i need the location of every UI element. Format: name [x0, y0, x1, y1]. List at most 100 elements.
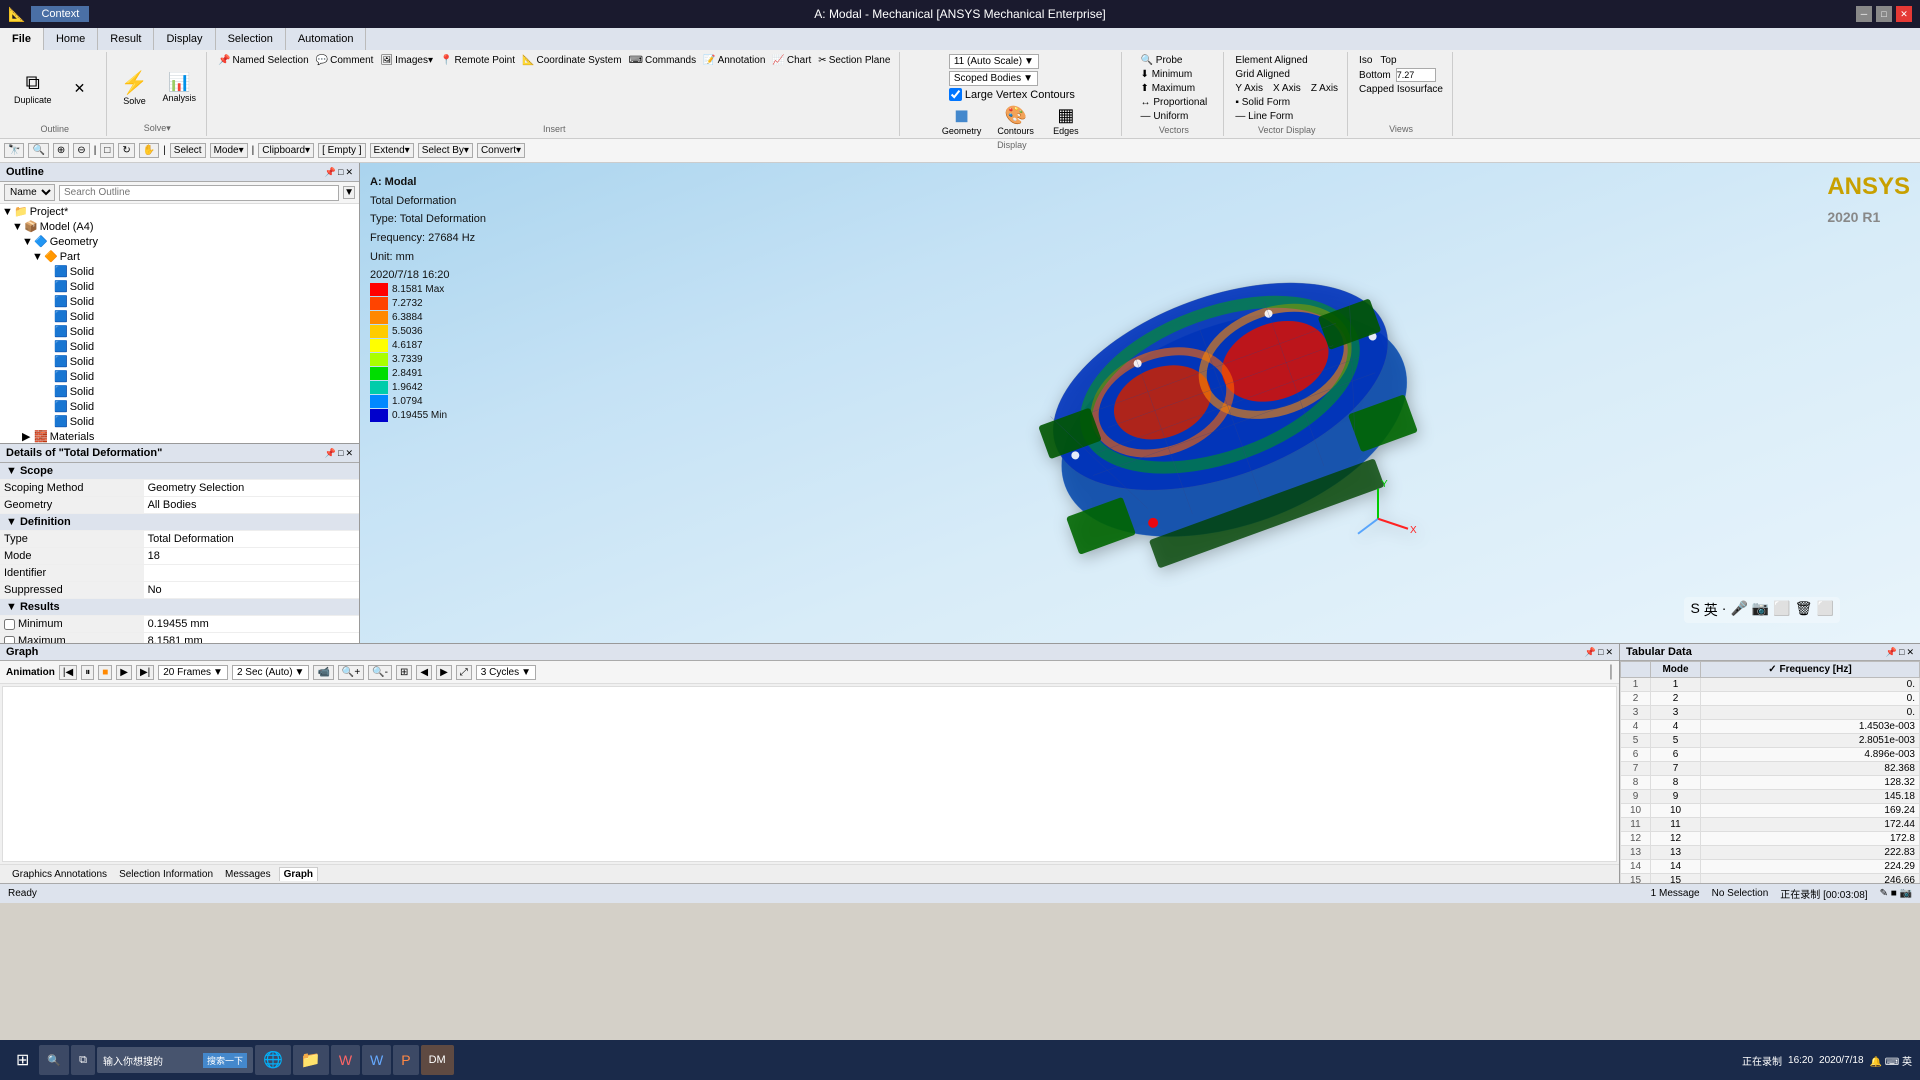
- close-button[interactable]: ✕: [1896, 6, 1912, 22]
- grid-aligned-button[interactable]: Grid Aligned: [1232, 68, 1292, 81]
- large-vertex-checkbox[interactable]: [949, 88, 962, 101]
- taskbar-edge[interactable]: 🌐: [255, 1045, 291, 1075]
- anim-fit[interactable]: ⤢: [456, 665, 472, 680]
- anim-grid[interactable]: ⊞: [396, 665, 412, 680]
- model-expand[interactable]: ▼: [12, 221, 22, 233]
- tree-item-solid8[interactable]: 🟦Solid: [0, 369, 359, 384]
- tabular-row-5[interactable]: 5 5 2.8051e-003: [1621, 734, 1920, 748]
- speed-dropdown[interactable]: 2 Sec (Auto) ▼: [232, 665, 310, 680]
- zoom-in-button[interactable]: ⊕: [53, 143, 69, 158]
- maximize-button[interactable]: □: [1876, 6, 1892, 22]
- part-expand[interactable]: ▼: [32, 251, 42, 263]
- tabular-row-4[interactable]: 4 4 1.4503e-003: [1621, 720, 1920, 734]
- tabular-row-10[interactable]: 10 10 169.24: [1621, 804, 1920, 818]
- tree-item-solid6[interactable]: 🟦Solid: [0, 339, 359, 354]
- taskbar-search-btn[interactable]: 搜索一下: [203, 1053, 247, 1068]
- taskbar-view[interactable]: ⧉: [71, 1045, 95, 1075]
- graph-pin-button[interactable]: 📌: [1585, 647, 1596, 658]
- uniform-button[interactable]: — Uniform: [1138, 110, 1192, 123]
- min-checkbox[interactable]: [4, 619, 15, 630]
- bottom-button[interactable]: Bottom: [1356, 69, 1394, 82]
- tree-item-solid10[interactable]: 🟦Solid: [0, 399, 359, 414]
- tree-item-project[interactable]: ▼📁Project*: [0, 204, 359, 219]
- geometry-button[interactable]: ◼ Geometry: [938, 103, 986, 138]
- outline-close-button[interactable]: ✕: [345, 167, 353, 178]
- pan-button[interactable]: ✋: [139, 143, 159, 158]
- tab-home[interactable]: Home: [44, 28, 98, 50]
- taskbar-wps1[interactable]: W: [331, 1045, 360, 1075]
- coordinate-system-button[interactable]: 📐 Coordinate System: [519, 54, 625, 67]
- top-value-input[interactable]: [1396, 68, 1436, 82]
- maximum-button[interactable]: ⬆ Maximum: [1138, 82, 1199, 95]
- comment-button[interactable]: 💬 Comment: [313, 54, 377, 67]
- tab-file[interactable]: File: [0, 28, 44, 50]
- tabular-row-1[interactable]: 1 1 0.: [1621, 678, 1920, 692]
- box-zoom-button[interactable]: □: [100, 143, 114, 158]
- section-plane-button[interactable]: ✂ Section Plane: [815, 54, 893, 67]
- taskbar-wps2[interactable]: W: [362, 1045, 391, 1075]
- convert-button[interactable]: Convert▾: [477, 143, 525, 158]
- tabular-float-button[interactable]: □: [1899, 647, 1904, 658]
- outline-float-button[interactable]: □: [338, 167, 343, 178]
- taskbar-search[interactable]: 🔍: [39, 1045, 69, 1075]
- tabular-row-9[interactable]: 9 9 145.18: [1621, 790, 1920, 804]
- tree-item-model[interactable]: ▼📦Model (A4): [0, 219, 359, 234]
- mode-button[interactable]: Mode▾: [210, 143, 248, 158]
- taskbar-dm[interactable]: DM: [421, 1045, 454, 1075]
- tree-item-solid5[interactable]: 🟦Solid: [0, 324, 359, 339]
- element-aligned-button[interactable]: Element Aligned: [1232, 54, 1310, 67]
- project-expand[interactable]: ▼: [2, 206, 12, 218]
- anim-play-start[interactable]: |◀: [59, 665, 77, 680]
- taskbar-search-input[interactable]: [103, 1055, 203, 1066]
- solid-form-button[interactable]: ▪ Solid Form: [1232, 96, 1293, 109]
- tabular-row-14[interactable]: 14 14 224.29: [1621, 860, 1920, 874]
- edges-button[interactable]: ▦ Edges: [1046, 103, 1086, 138]
- probe-button[interactable]: 🔍 Probe: [1138, 54, 1186, 67]
- zoom-button[interactable]: 🔍: [28, 143, 48, 158]
- x-axis-button[interactable]: X Axis: [1270, 82, 1304, 95]
- cycles-dropdown[interactable]: 3 Cycles ▼: [476, 665, 536, 680]
- graph-float-button[interactable]: □: [1598, 647, 1603, 658]
- max-checkbox[interactable]: [4, 636, 15, 644]
- details-close-button[interactable]: ✕: [345, 448, 353, 459]
- empty-button[interactable]: [ Empty ]: [318, 143, 365, 158]
- tree-item-solid11[interactable]: 🟦Solid: [0, 414, 359, 429]
- top-button[interactable]: Top: [1377, 54, 1399, 67]
- anim-play-end[interactable]: ▶|: [136, 665, 154, 680]
- tabular-row-6[interactable]: 6 6 4.896e-003: [1621, 748, 1920, 762]
- anim-play-fwd[interactable]: ▶: [116, 665, 132, 680]
- annotation-button[interactable]: 📝 Annotation: [700, 54, 768, 67]
- taskbar-explorer[interactable]: 📁: [293, 1045, 329, 1075]
- named-selection-button[interactable]: 📌 Named Selection: [215, 54, 312, 67]
- outline-filter-button[interactable]: ▼: [343, 186, 355, 199]
- tabular-pin-button[interactable]: 📌: [1886, 647, 1897, 658]
- z-axis-button[interactable]: Z Axis: [1308, 82, 1341, 95]
- anim-record[interactable]: 📹: [313, 665, 333, 680]
- outline-search-input[interactable]: [59, 185, 339, 201]
- tree-item-part[interactable]: ▼🔶Part: [0, 249, 359, 264]
- commands-button[interactable]: ⌨ Commands: [626, 54, 700, 67]
- anim-zoom-in[interactable]: 🔍+: [338, 665, 364, 680]
- minimize-button[interactable]: ─: [1856, 6, 1872, 22]
- graph-content[interactable]: [2, 686, 1617, 862]
- tab-result[interactable]: Result: [98, 28, 154, 50]
- tab-graph[interactable]: Graph: [279, 867, 318, 881]
- iso-button[interactable]: Iso: [1356, 54, 1375, 67]
- tree-item-materials[interactable]: ▶🧱Materials: [0, 429, 359, 443]
- frames-dropdown[interactable]: 20 Frames ▼: [158, 665, 228, 680]
- tree-item-geometry[interactable]: ▼🔷Geometry: [0, 234, 359, 249]
- viewport[interactable]: A: Modal Total Deformation Type: Total D…: [360, 163, 1920, 643]
- details-float-button[interactable]: □: [338, 448, 343, 459]
- tab-graphics-annotations[interactable]: Graphics Annotations: [8, 868, 111, 881]
- clipboard-button[interactable]: Clipboard▾: [258, 143, 314, 158]
- graph-close-button[interactable]: ✕: [1605, 647, 1613, 658]
- line-form-button[interactable]: — Line Form: [1232, 110, 1296, 123]
- rotate-button[interactable]: ↻: [118, 143, 134, 158]
- tabular-row-2[interactable]: 2 2 0.: [1621, 692, 1920, 706]
- capped-isosurface-button[interactable]: Capped Isosurface: [1356, 83, 1446, 96]
- tabular-row-12[interactable]: 12 12 172.8: [1621, 832, 1920, 846]
- remote-point-button[interactable]: 📍 Remote Point: [437, 54, 518, 67]
- tree-item-solid3[interactable]: 🟦Solid: [0, 294, 359, 309]
- extend-button[interactable]: Extend▾: [370, 143, 414, 158]
- tree-item-solid7[interactable]: 🟦Solid: [0, 354, 359, 369]
